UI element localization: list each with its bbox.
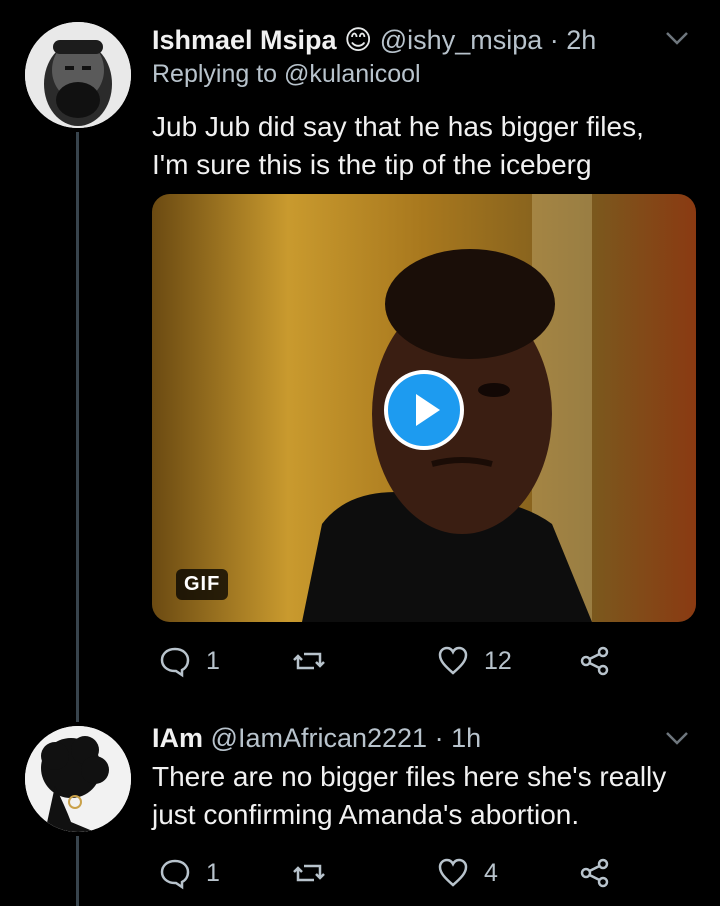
- tweet-header: IAm @IamAfrican2221 · 1h: [152, 722, 660, 754]
- retweet-button[interactable]: [292, 644, 340, 678]
- like-button[interactable]: 4: [436, 856, 498, 890]
- reply-icon: [160, 647, 190, 678]
- tweet-text: There are no bigger files here she's rea…: [152, 758, 712, 834]
- tweet-actions: 1 4: [152, 856, 632, 896]
- emoji-smile-icon: 😊: [344, 25, 373, 55]
- chevron-down-icon[interactable]: [664, 728, 690, 748]
- reply-count: 1: [206, 858, 220, 887]
- tweet-text-line: I'm sure this is the tip of the iceberg: [152, 149, 592, 180]
- heart-icon: [438, 646, 468, 675]
- tweet-header: Ishmael Msipa 😊 @ishy_msipa · 2h: [152, 24, 660, 56]
- chevron-down-icon[interactable]: [664, 28, 690, 48]
- retweet-icon: [293, 864, 325, 882]
- separator-dot: ·: [549, 25, 559, 55]
- author-handle[interactable]: @ishy_msipa: [380, 25, 542, 55]
- timestamp[interactable]: 2h: [566, 25, 596, 55]
- share-button[interactable]: [578, 644, 612, 678]
- tweet-1[interactable]: Ishmael Msipa 😊 @ishy_msipa · 2h Replyin…: [0, 0, 720, 722]
- reply-button[interactable]: 1: [158, 856, 220, 890]
- avatar-image: [25, 726, 131, 832]
- tweet-text-line: just confirming Amanda's abortion.: [152, 799, 580, 830]
- heart-icon: [438, 858, 468, 887]
- gif-badge: GIF: [176, 569, 229, 600]
- reply-icon: [160, 859, 190, 890]
- reply-count: 1: [206, 646, 220, 675]
- share-icon: [580, 646, 609, 676]
- tweet-text-line: There are no bigger files here she's rea…: [152, 761, 667, 792]
- retweet-icon: [293, 652, 325, 670]
- like-count: 4: [484, 858, 498, 887]
- timestamp[interactable]: 1h: [451, 723, 481, 753]
- play-button[interactable]: [384, 370, 464, 450]
- avatar-iam[interactable]: [25, 726, 131, 832]
- replying-to[interactable]: Replying to @kulanicool: [152, 60, 421, 89]
- reply-button[interactable]: 1: [158, 644, 220, 678]
- tweet-2[interactable]: IAm @IamAfrican2221 · 1h There are no bi…: [0, 700, 720, 906]
- avatar-image: [25, 22, 131, 128]
- separator-dot: ·: [434, 723, 444, 753]
- like-button[interactable]: 12: [436, 644, 512, 678]
- retweet-button[interactable]: [292, 856, 340, 890]
- share-button[interactable]: [578, 856, 612, 890]
- share-icon: [580, 858, 609, 888]
- author-handle[interactable]: @IamAfrican2221: [211, 723, 428, 753]
- thread-line: [76, 132, 79, 722]
- tweet-actions: 1 12: [152, 644, 632, 684]
- author-name[interactable]: Ishmael Msipa: [152, 25, 337, 55]
- play-icon: [416, 394, 440, 426]
- author-name[interactable]: IAm: [152, 723, 203, 753]
- tweet-text-line: Jub Jub did say that he has bigger files…: [152, 111, 644, 142]
- avatar-ishmael[interactable]: [25, 22, 131, 128]
- thread-line: [76, 836, 79, 906]
- like-count: 12: [484, 646, 512, 675]
- tweet-text: Jub Jub did say that he has bigger files…: [152, 108, 712, 184]
- gif-media[interactable]: GIF: [152, 194, 696, 622]
